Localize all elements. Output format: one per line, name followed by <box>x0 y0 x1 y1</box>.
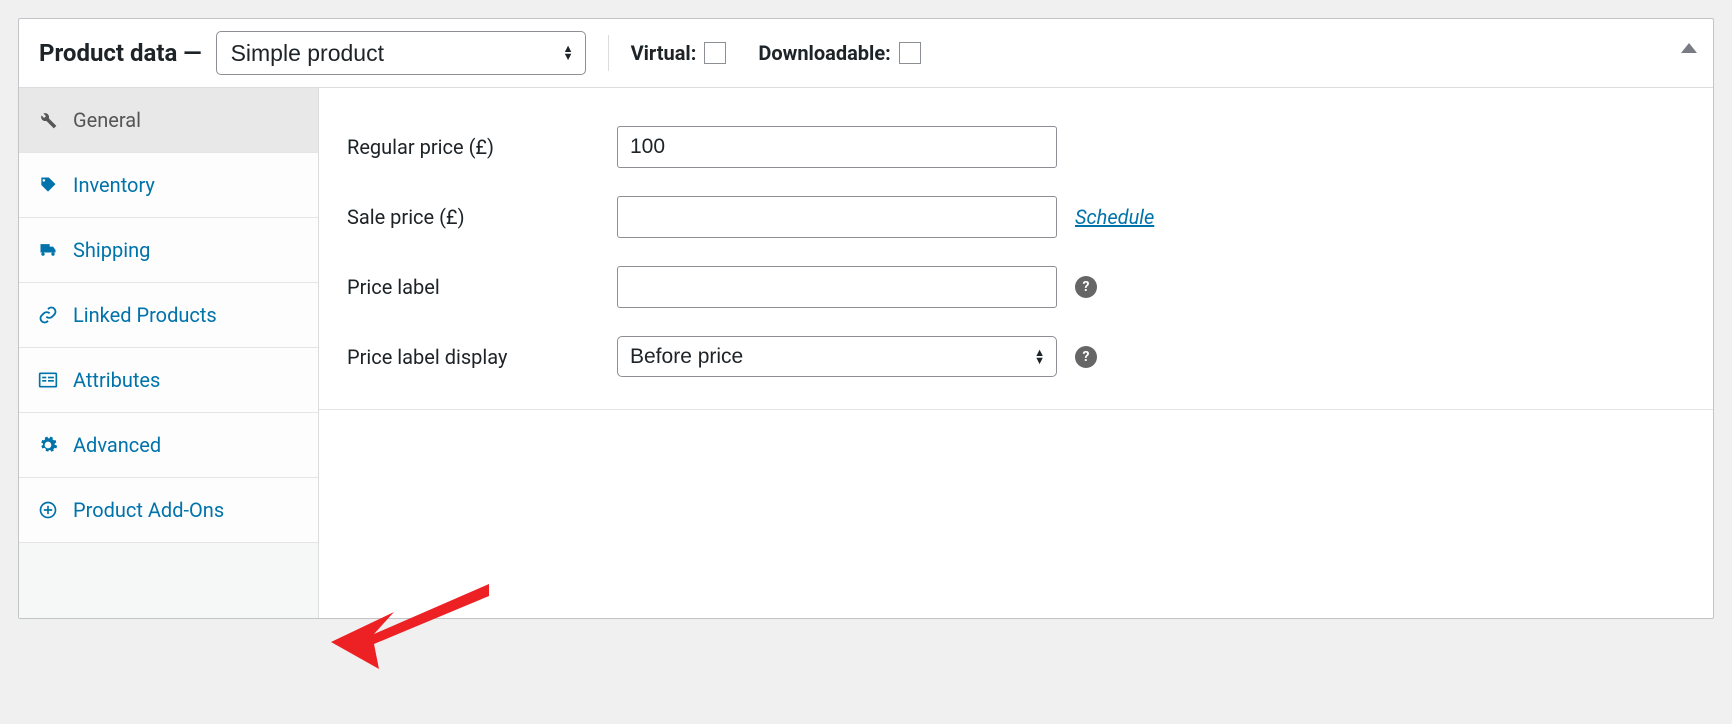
price-label-input[interactable] <box>617 266 1057 308</box>
panel-body: General Inventory Shipping Linked Produc… <box>19 88 1713 618</box>
sale-price-input[interactable] <box>617 196 1057 238</box>
sale-price-label: Sale price (£) <box>347 205 617 229</box>
product-data-panel: Product data — Simple product ▲▼ Virtual… <box>18 18 1714 619</box>
schedule-link[interactable]: Schedule <box>1075 205 1154 229</box>
price-label-display-label: Price label display <box>347 345 617 369</box>
downloadable-label: Downloadable: <box>758 41 890 65</box>
virtual-checkbox[interactable] <box>704 42 726 64</box>
wrench-icon <box>37 109 59 131</box>
virtual-label: Virtual: <box>631 41 697 65</box>
panel-header: Product data — Simple product ▲▼ Virtual… <box>19 19 1713 88</box>
panel-title: Product data — <box>39 39 202 67</box>
tag-icon <box>37 174 59 196</box>
header-separator <box>608 35 609 71</box>
price-label-display-select[interactable]: Before price <box>617 336 1057 377</box>
row-price-label: Price label ? <box>319 252 1713 322</box>
downloadable-checkbox[interactable] <box>899 42 921 64</box>
truck-icon <box>37 239 59 261</box>
tab-label: Inventory <box>73 173 155 197</box>
help-icon[interactable]: ? <box>1075 276 1097 298</box>
tab-shipping[interactable]: Shipping <box>19 218 318 283</box>
tab-label: Linked Products <box>73 303 217 327</box>
tab-advanced[interactable]: Advanced <box>19 413 318 478</box>
help-icon[interactable]: ? <box>1075 346 1097 368</box>
list-icon <box>37 369 59 391</box>
tab-general[interactable]: General <box>19 88 318 153</box>
row-sale-price: Sale price (£) Schedule <box>319 182 1713 252</box>
general-pane: Regular price (£) Sale price (£) Schedul… <box>319 88 1713 618</box>
tab-label: Attributes <box>73 368 160 392</box>
price-label-label: Price label <box>347 275 617 299</box>
tab-linked-products[interactable]: Linked Products <box>19 283 318 348</box>
section-divider <box>319 409 1713 410</box>
tab-label: Shipping <box>73 238 150 262</box>
regular-price-input[interactable] <box>617 126 1057 168</box>
product-type-select[interactable]: Simple product <box>216 31 586 75</box>
product-type-select-wrap: Simple product ▲▼ <box>216 31 586 75</box>
price-label-display-wrap: Before price ▲▼ <box>617 336 1057 377</box>
tab-label: Product Add-Ons <box>73 498 224 522</box>
tab-label: Advanced <box>73 433 161 457</box>
tab-attributes[interactable]: Attributes <box>19 348 318 413</box>
plus-circle-icon <box>37 499 59 521</box>
tab-product-addons[interactable]: Product Add-Ons <box>19 478 318 543</box>
row-price-label-display: Price label display Before price ▲▼ ? <box>319 322 1713 391</box>
gear-icon <box>37 434 59 456</box>
collapse-toggle[interactable] <box>1681 37 1697 58</box>
regular-price-label: Regular price (£) <box>347 135 617 159</box>
row-regular-price: Regular price (£) <box>319 112 1713 182</box>
tab-inventory[interactable]: Inventory <box>19 153 318 218</box>
virtual-checkbox-wrap: Virtual: <box>631 41 727 65</box>
downloadable-checkbox-wrap: Downloadable: <box>758 41 920 65</box>
sidebar: General Inventory Shipping Linked Produc… <box>19 88 319 618</box>
tab-label: General <box>73 108 141 132</box>
link-icon <box>37 304 59 326</box>
